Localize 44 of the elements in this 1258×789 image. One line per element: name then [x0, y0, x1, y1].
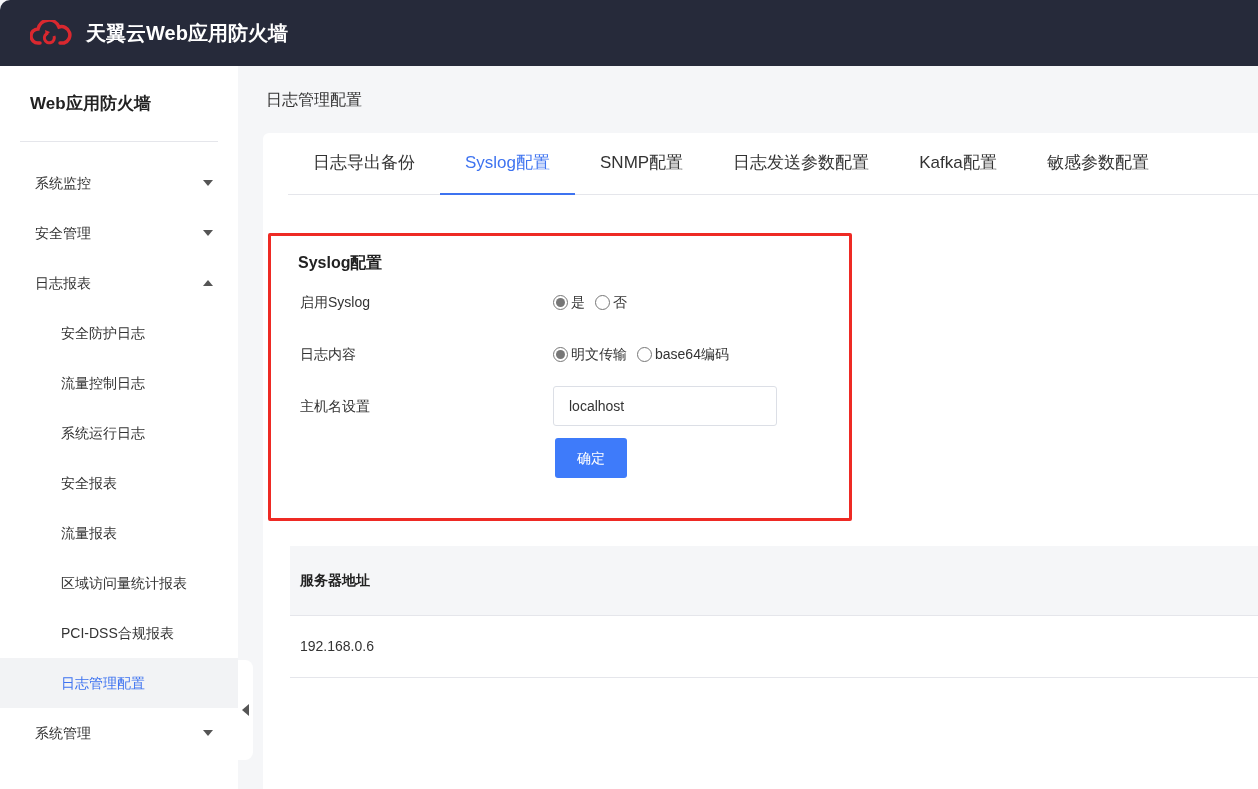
caret-down-icon — [203, 730, 213, 736]
sidebar-subitem[interactable]: 流量控制日志 — [0, 358, 238, 408]
confirm-button[interactable]: 确定 — [555, 438, 627, 478]
tab[interactable]: Syslog配置 — [440, 133, 576, 195]
tab[interactable]: 日志发送参数配置 — [708, 133, 895, 195]
radio-button[interactable] — [637, 346, 652, 362]
radio-button[interactable] — [553, 294, 568, 310]
radio-label: 明文传输 — [571, 344, 627, 364]
sidebar-subitem[interactable]: 系统运行日志 — [0, 408, 238, 458]
caret-up-icon — [203, 280, 213, 286]
radio-button[interactable] — [553, 346, 568, 362]
page-title: 日志管理配置 — [265, 89, 363, 110]
cloud-logo-icon — [30, 20, 72, 46]
sidebar-subitem[interactable]: 安全报表 — [0, 458, 238, 508]
hostname-input[interactable]: localhost — [553, 386, 777, 426]
radio-label: 否 — [613, 292, 627, 312]
sidebar-item[interactable]: 日志报表 — [0, 258, 238, 308]
caret-down-icon — [203, 230, 213, 236]
sidebar-subitem[interactable]: 日志管理配置 — [0, 658, 238, 708]
field-label: 主机名设置 — [299, 396, 371, 416]
column-header: 服务器地址 — [300, 571, 370, 590]
caret-left-icon — [242, 704, 249, 716]
tab[interactable]: Kafka配置 — [894, 133, 1022, 195]
radio-button[interactable] — [595, 294, 610, 310]
tab[interactable]: 敏感参数配置 — [1021, 133, 1174, 195]
sidebar-item[interactable]: 安全管理 — [0, 208, 238, 258]
app-title: 天翼云Web应用防火墙 — [86, 21, 288, 46]
sidebar-item[interactable]: 系统管理 — [0, 708, 238, 758]
table-cell-text: 192.168.0.6 — [300, 637, 374, 656]
collapse-handle[interactable] — [238, 660, 253, 760]
sidebar-title: Web应用防火墙 — [29, 92, 152, 115]
radio-label: 是 — [571, 292, 585, 312]
radio-label: base64编码 — [655, 344, 729, 364]
sidebar-subitem[interactable]: PCI-DSS合规报表 — [0, 608, 238, 658]
sidebar-item[interactable]: 系统监控 — [0, 158, 238, 208]
form-title: Syslog配置 — [298, 253, 384, 273]
sidebar-subitem[interactable]: 流量报表 — [0, 508, 238, 558]
field-label: 启用Syslog — [299, 292, 372, 312]
caret-down-icon — [203, 180, 213, 186]
tab[interactable]: 日志导出备份 — [288, 133, 440, 195]
sidebar-subitem[interactable]: 区域访问量统计报表 — [0, 558, 238, 608]
tab[interactable]: SNMP配置 — [575, 133, 709, 195]
field-label: 日志内容 — [299, 344, 357, 364]
sidebar-subitem[interactable]: 安全防护日志 — [0, 308, 238, 358]
